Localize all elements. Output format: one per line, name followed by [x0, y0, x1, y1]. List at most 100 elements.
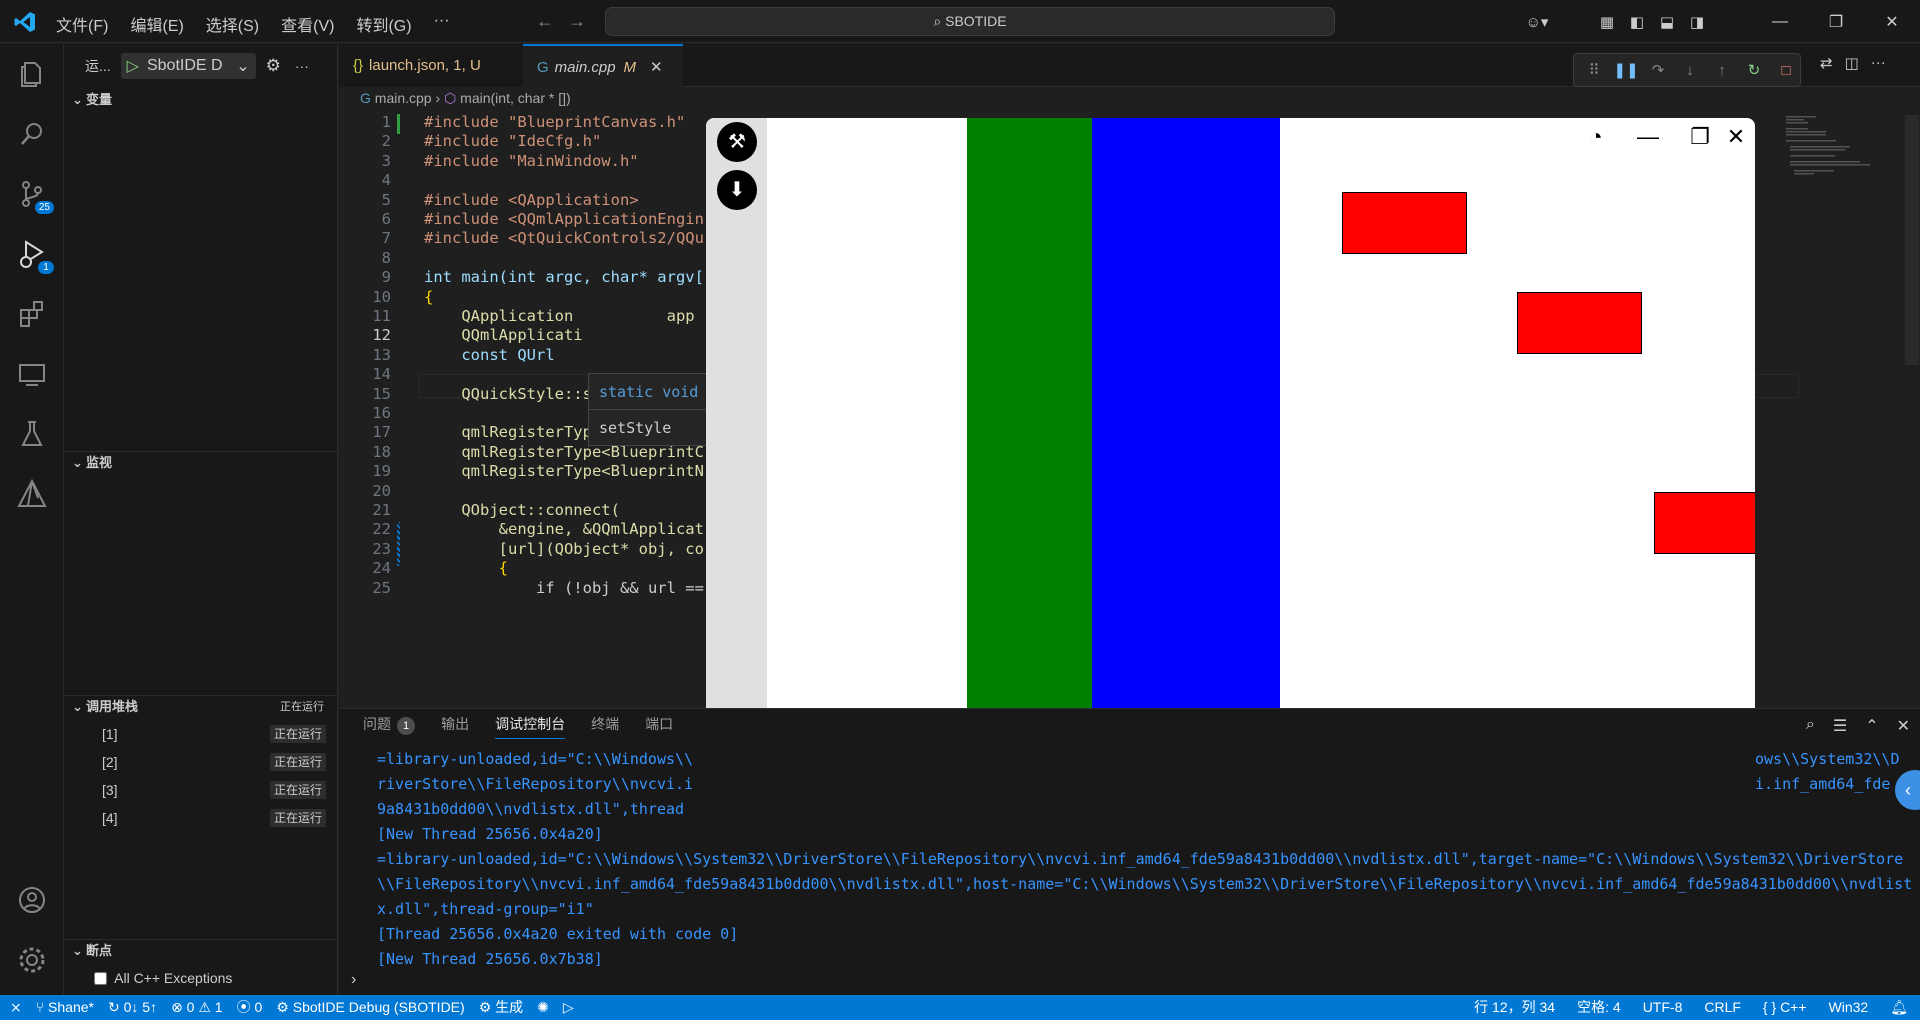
restart-icon[interactable]: ↻ — [1740, 61, 1768, 79]
line-number: 10 — [372, 287, 391, 306]
split-editor-icon[interactable]: ◫ — [1845, 54, 1859, 72]
restore-button[interactable]: ❐ — [1808, 12, 1864, 32]
tab-debug-console[interactable]: 调试控制台 — [495, 709, 566, 739]
extensions-icon[interactable] — [16, 298, 48, 330]
debug-config-select[interactable]: ▷ SbotIDE D ⌄ — [120, 52, 256, 79]
red-node[interactable] — [1342, 192, 1467, 254]
close-tab-icon[interactable]: ✕ — [650, 59, 663, 76]
step-into-icon[interactable]: ↓ — [1676, 62, 1704, 79]
line-number: 3 — [381, 151, 391, 170]
build-item[interactable]: ⚙ 生成 — [479, 995, 523, 1020]
start-debug-icon[interactable]: ▷ — [127, 56, 139, 76]
customize-layout-icon[interactable]: ▦ — [1592, 13, 1622, 31]
console-line: [Thread 25656.0x4a20 exited with code 0] — [377, 925, 739, 943]
sync-item[interactable]: ↻ 0↓ 5↑ — [108, 995, 157, 1020]
run-debug-icon[interactable]: 1 — [16, 238, 54, 274]
breadcrumb-file[interactable]: main.cpp — [375, 90, 432, 106]
app-maximize-button[interactable]: ❐ — [1680, 124, 1720, 150]
build-hammer-icon[interactable]: ⚒ — [717, 122, 757, 162]
remote-explorer-icon[interactable] — [16, 358, 48, 390]
line-ending[interactable]: CRLF — [1704, 995, 1741, 1020]
all-exceptions-checkbox[interactable] — [94, 972, 107, 985]
explorer-icon[interactable] — [16, 58, 48, 90]
command-center-search[interactable]: ⌕ SBOTIDE — [605, 7, 1335, 36]
cursor-position[interactable]: 行 12，列 34 — [1474, 995, 1555, 1020]
cmake-icon[interactable] — [16, 478, 48, 510]
menu-go[interactable]: 转到(G) — [356, 12, 411, 36]
platform[interactable]: Win32 — [1829, 995, 1869, 1020]
menu-edit[interactable]: 编辑(E) — [130, 12, 183, 36]
tab-terminal[interactable]: 终端 — [591, 709, 619, 739]
app-close-button[interactable]: ✕ — [1716, 124, 1755, 150]
menu-more[interactable]: ··· — [434, 12, 450, 36]
language-mode[interactable]: { } C++ — [1763, 995, 1807, 1020]
encoding[interactable]: UTF-8 — [1643, 995, 1683, 1020]
tab-main-cpp[interactable]: Gmain.cpp M ✕ — [523, 44, 683, 87]
console-prompt-chevron-icon[interactable]: › — [351, 971, 356, 989]
accounts-icon[interactable] — [16, 884, 48, 916]
forward-arrow-icon[interactable]: → — [568, 11, 600, 31]
compare-changes-icon[interactable]: ⇄ — [1820, 54, 1833, 72]
stack-frame[interactable]: [3] 正在运行 — [102, 777, 332, 803]
tab-problems[interactable]: 问题 1 — [363, 709, 416, 739]
stack-frame[interactable]: [1] 正在运行 — [102, 721, 332, 747]
source-control-icon[interactable]: 25 — [16, 178, 54, 214]
more-actions-icon[interactable]: ··· — [295, 58, 309, 74]
app-minimize-button[interactable]: — — [1628, 124, 1668, 150]
minimap[interactable] — [1780, 112, 1920, 192]
ports-item[interactable]: ⦿ 0 — [237, 995, 263, 1020]
bug-icon[interactable]: ✺ — [537, 995, 549, 1020]
editor-scrollbar[interactable] — [1905, 115, 1919, 365]
stack-frame[interactable]: [2] 正在运行 — [102, 749, 332, 775]
drag-handle-icon[interactable]: ⠿ — [1580, 61, 1608, 79]
variables-section[interactable]: ⌄ 变量 — [64, 89, 338, 111]
testing-icon[interactable] — [16, 418, 48, 450]
pause-icon[interactable]: ❚❚ — [1612, 61, 1640, 79]
chevron-down-icon: ⌄ — [236, 57, 250, 75]
line-number: 23 — [372, 539, 391, 558]
callstack-section[interactable]: ⌄ 调用堆栈 正在运行 — [64, 695, 338, 717]
step-out-icon[interactable]: ↑ — [1708, 62, 1736, 79]
indentation[interactable]: 空格: 4 — [1577, 995, 1621, 1020]
stop-icon[interactable]: □ — [1772, 62, 1800, 79]
red-node[interactable] — [1654, 492, 1755, 554]
toggle-secondary-sidebar-icon[interactable]: ◨ — [1682, 13, 1712, 31]
maximize-panel-icon[interactable]: ⌃ — [1865, 716, 1878, 736]
breadcrumb-symbol[interactable]: main(int, char * []) — [460, 90, 570, 106]
problems-item[interactable]: ⊗ 0 ⚠ 1 — [171, 995, 223, 1020]
debug-item[interactable]: ⚙ SbotIDE Debug (SBOTIDE) — [276, 995, 464, 1020]
stack-frame[interactable]: [4] 正在运行 — [102, 805, 332, 831]
back-arrow-icon[interactable]: ← — [536, 11, 568, 31]
close-panel-icon[interactable]: ✕ — [1897, 716, 1910, 736]
close-window-button[interactable]: ✕ — [1864, 12, 1920, 32]
menu-view[interactable]: 查看(V) — [281, 12, 334, 36]
hint-item[interactable]: setStyle — [589, 410, 707, 446]
tab-launch-json[interactable]: {} launch.json, 1, U — [339, 44, 522, 87]
search-view-icon[interactable] — [16, 118, 48, 150]
tab-status-value: 1, U — [453, 57, 481, 74]
download-icon[interactable]: ⬇ — [717, 170, 757, 210]
more-editor-actions-icon[interactable]: ··· — [1871, 54, 1886, 72]
toggle-panel-icon[interactable]: ⬓ — [1652, 13, 1682, 31]
copilot-icon[interactable]: ☺▾ — [1522, 13, 1552, 31]
tab-ports[interactable]: 端口 — [645, 709, 673, 739]
menu-file[interactable]: 文件(F) — [56, 12, 108, 36]
minimize-button[interactable]: — — [1752, 13, 1808, 31]
clear-console-icon[interactable]: ☰ — [1833, 716, 1847, 736]
menu-selection[interactable]: 选择(S) — [206, 12, 259, 36]
remote-icon[interactable]: ⨯ — [10, 995, 22, 1020]
history-icon[interactable]: ◔ — [1576, 124, 1616, 150]
tab-output[interactable]: 输出 — [441, 709, 469, 739]
run-icon[interactable]: ▷ — [563, 995, 574, 1020]
notifications-bell-icon[interactable]: 🔔︎ — [1890, 995, 1908, 1020]
debug-settings-gear-icon[interactable]: ⚙ — [266, 56, 281, 76]
toggle-sidebar-icon[interactable]: ◧ — [1622, 13, 1652, 31]
watch-section[interactable]: ⌄ 监视 — [64, 451, 338, 473]
filter-search-icon[interactable]: ⌕ — [1806, 716, 1815, 736]
settings-gear-icon[interactable] — [16, 944, 48, 976]
chevron-down-icon: ⌄ — [72, 455, 83, 470]
breakpoints-section[interactable]: ⌄ 断点 — [64, 939, 338, 961]
step-over-icon[interactable]: ↷ — [1644, 61, 1672, 79]
red-node[interactable] — [1517, 292, 1642, 354]
branch-item[interactable]: ⑂ Shane* — [36, 995, 94, 1020]
